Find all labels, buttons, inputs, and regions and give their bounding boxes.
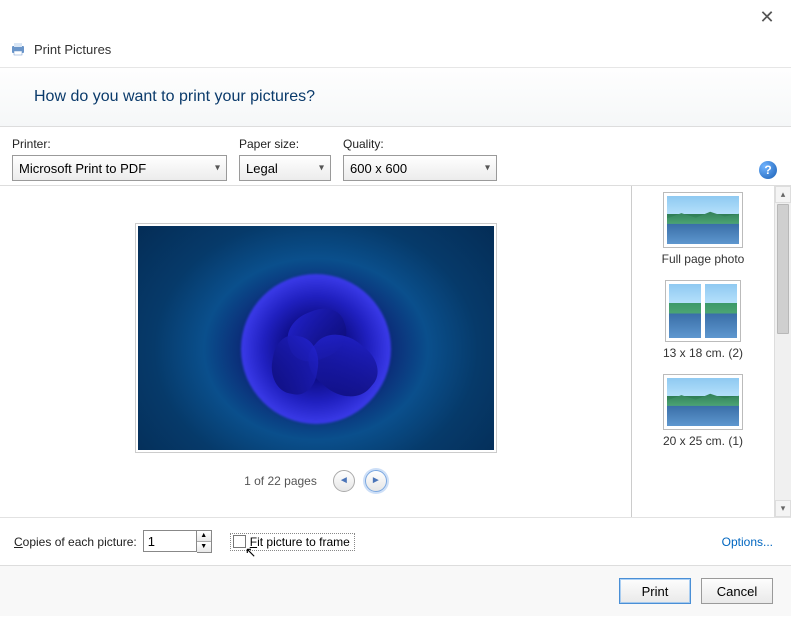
preview-image bbox=[136, 224, 496, 452]
copies-input[interactable] bbox=[143, 530, 197, 552]
preview-pane: 1 of 22 pages ◄ ► bbox=[0, 186, 631, 517]
close-button[interactable]: ✕ bbox=[755, 7, 779, 28]
window-title: Print Pictures bbox=[34, 42, 111, 57]
fit-picture-label: Fit picture to frame bbox=[250, 535, 350, 549]
fit-picture-checkbox[interactable]: Fit picture to frame ↖ bbox=[230, 533, 355, 551]
printer-value: Microsoft Print to PDF bbox=[19, 161, 146, 176]
layout-option-20x25[interactable]: 20 x 25 cm. (1) bbox=[663, 374, 743, 448]
next-page-button[interactable]: ► bbox=[365, 470, 387, 492]
layout-scrollbar[interactable]: ▴ ▾ bbox=[774, 186, 791, 517]
chevron-down-icon: ▾ bbox=[319, 163, 324, 174]
scroll-thumb[interactable] bbox=[777, 204, 789, 334]
layout-option-full-page[interactable]: Full page photo bbox=[662, 192, 745, 266]
quality-dropdown[interactable]: 600 x 600 ▾ bbox=[343, 155, 497, 181]
cancel-button[interactable]: Cancel bbox=[701, 578, 773, 604]
layout-option-13x18[interactable]: 13 x 18 cm. (2) bbox=[663, 280, 743, 360]
layout-label: Full page photo bbox=[662, 252, 745, 266]
scroll-down-button[interactable]: ▾ bbox=[775, 500, 791, 517]
question-heading: How do you want to print your pictures? bbox=[34, 88, 757, 106]
paper-size-dropdown[interactable]: Legal ▾ bbox=[239, 155, 331, 181]
copies-spin-down[interactable]: ▼ bbox=[197, 542, 211, 553]
help-icon[interactable]: ? bbox=[759, 161, 777, 179]
layout-label: 13 x 18 cm. (2) bbox=[663, 346, 743, 360]
print-pictures-icon bbox=[10, 41, 26, 57]
checkbox-icon bbox=[233, 535, 246, 548]
layout-label: 20 x 25 cm. (1) bbox=[663, 434, 743, 448]
chevron-down-icon: ▾ bbox=[215, 163, 220, 174]
scroll-up-button[interactable]: ▴ bbox=[775, 186, 791, 203]
paper-size-value: Legal bbox=[246, 161, 278, 176]
chevron-down-icon: ▾ bbox=[485, 163, 490, 174]
prev-page-button[interactable]: ◄ bbox=[333, 470, 355, 492]
printer-dropdown[interactable]: Microsoft Print to PDF ▾ bbox=[12, 155, 227, 181]
print-button[interactable]: Print bbox=[619, 578, 691, 604]
quality-label: Quality: bbox=[343, 137, 497, 151]
printer-label: Printer: bbox=[12, 137, 227, 151]
options-link[interactable]: Options... bbox=[722, 535, 773, 549]
copies-label: Copies of each picture: bbox=[14, 535, 137, 549]
copies-spin-up[interactable]: ▲ bbox=[197, 531, 211, 542]
quality-value: 600 x 600 bbox=[350, 161, 407, 176]
page-indicator: 1 of 22 pages bbox=[244, 474, 317, 488]
paper-size-label: Paper size: bbox=[239, 137, 331, 151]
